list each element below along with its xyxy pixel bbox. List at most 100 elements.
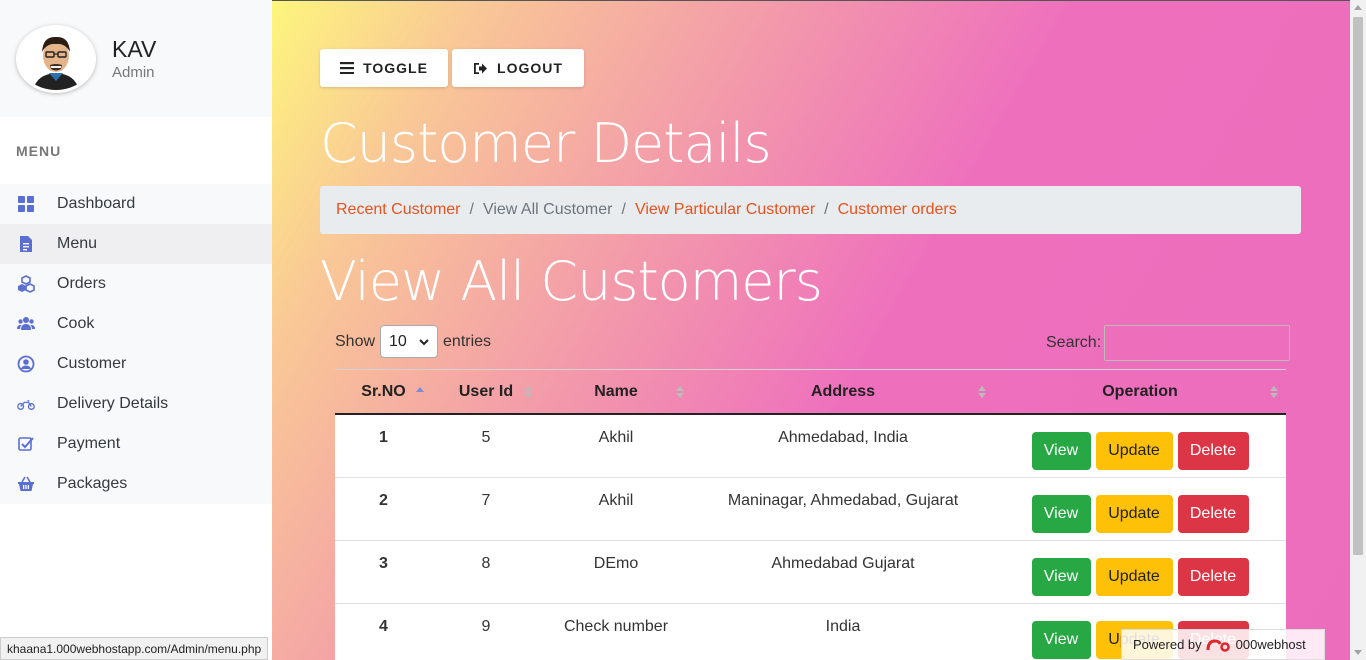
toggle-button[interactable]: TOGGLE — [320, 49, 448, 87]
sidebar-item-dashboard[interactable]: Dashboard — [0, 184, 272, 224]
table-header: Sr.NO User Id Name Address Operation — [335, 369, 1286, 415]
sidebar-item-customer[interactable]: Customer — [0, 344, 272, 384]
cell-sr-no: 4 — [379, 618, 388, 635]
sidebar-item-orders[interactable]: Orders — [0, 264, 272, 304]
sidebar-item-label: Customer — [57, 355, 127, 372]
vertical-scrollbar[interactable] — [1350, 0, 1366, 660]
search-input[interactable] — [1104, 325, 1291, 361]
user-circle-icon — [17, 355, 35, 373]
delete-button[interactable]: Delete — [1177, 495, 1249, 533]
sidebar-item-menu[interactable]: Menu — [0, 224, 272, 264]
cell-operation: View Update Delete — [994, 478, 1286, 540]
cell-address: Maninagar, Ahmedabad, Gujarat — [727, 492, 959, 509]
view-button[interactable]: View — [1031, 432, 1091, 470]
column-label: Address — [810, 382, 876, 400]
column-header-operation[interactable]: Operation — [994, 370, 1286, 413]
page-title: Customer Details — [320, 112, 772, 175]
cubes-icon — [17, 275, 35, 293]
update-button[interactable]: Update — [1095, 432, 1173, 470]
view-button[interactable]: View — [1031, 621, 1091, 659]
powered-by-prefix: Powered by — [1133, 637, 1202, 652]
update-button[interactable]: Update — [1095, 558, 1173, 596]
sidebar-item-cook[interactable]: Cook — [0, 304, 272, 344]
sort-icon — [676, 386, 684, 398]
cell-sr-no: 2 — [379, 492, 388, 509]
cell-address: Ahmedabad Gujarat — [771, 555, 915, 572]
entries-select[interactable]: 10 — [380, 325, 439, 358]
sidebar-item-delivery-details[interactable]: Delivery Details — [0, 384, 272, 424]
cell-address: Ahmedabad, India — [778, 429, 908, 446]
show-label: Show — [335, 332, 376, 350]
cell-sr-no: 3 — [379, 555, 388, 572]
column-label: Operation — [1102, 382, 1178, 400]
sidebar-menu: Dashboard Menu Orders Cook Customer Deli… — [0, 184, 272, 504]
motorcycle-icon — [17, 395, 35, 413]
sidebar-item-label: Payment — [57, 435, 121, 452]
breadcrumb-view-particular-customer[interactable]: View Particular Customer — [635, 201, 815, 219]
sidebar-item-packages[interactable]: Packages — [0, 464, 272, 504]
column-header-name[interactable]: Name — [540, 370, 692, 413]
cell-address: India — [825, 618, 861, 635]
logout-label: LOGOUT — [497, 60, 563, 76]
window-top-border — [272, 0, 1366, 1]
sort-icon — [524, 386, 532, 398]
chevron-down-icon — [419, 333, 429, 351]
sidebar-item-payment[interactable]: Payment — [0, 424, 272, 464]
cell-user-id: 8 — [481, 555, 491, 572]
logout-button[interactable]: LOGOUT — [452, 49, 584, 87]
cell-name: Check number — [563, 618, 669, 635]
delete-button[interactable]: Delete — [1177, 432, 1249, 470]
sidebar-item-label: Packages — [57, 475, 128, 492]
table-row: 1 5 Akhil Ahmedabad, India View Update D… — [335, 415, 1286, 478]
status-bar-url: khaana1.000webhostapp.com/Admin/menu.php — [0, 637, 269, 660]
view-button[interactable]: View — [1031, 495, 1091, 533]
entries-control: Show 10 entries — [335, 325, 491, 358]
basket-icon — [17, 475, 35, 493]
entries-label: entries — [443, 332, 492, 350]
profile-name: KAV — [112, 36, 157, 62]
column-label: Name — [594, 382, 638, 400]
table-body: 1 5 Akhil Ahmedabad, India View Update D… — [335, 415, 1286, 660]
cell-user-id: 9 — [481, 618, 491, 635]
breadcrumb-recent-customer[interactable]: Recent Customer — [336, 201, 461, 219]
toggle-label: TOGGLE — [363, 60, 428, 76]
cell-sr-no: 1 — [379, 429, 388, 446]
breadcrumb-separator: / — [621, 201, 626, 218]
sort-asc-icon — [416, 387, 424, 392]
sidebar: KAV Admin MENU Dashboard Menu Orders Coo… — [0, 0, 272, 660]
cell-name: DEmo — [593, 555, 639, 572]
scroll-up-icon[interactable] — [1354, 5, 1362, 10]
dashboard-icon — [17, 195, 35, 213]
cell-name: Akhil — [598, 492, 634, 509]
sidebar-item-label: Menu — [57, 235, 98, 252]
scroll-down-icon[interactable] — [1354, 650, 1362, 655]
sidebar-item-label: Delivery Details — [57, 395, 169, 412]
cell-name: Akhil — [598, 429, 634, 446]
breadcrumb-separator: / — [824, 201, 829, 218]
section-title: View All Customers — [320, 250, 823, 313]
column-header-address[interactable]: Address — [692, 370, 994, 413]
sidebar-item-label: Cook — [57, 315, 95, 332]
breadcrumb-customer-orders[interactable]: Customer orders — [838, 201, 957, 219]
sign-out-icon — [473, 62, 488, 75]
delete-button[interactable]: Delete — [1177, 558, 1249, 596]
column-header-sr-no[interactable]: Sr.NO — [335, 370, 432, 413]
webhost-logo-icon — [1206, 638, 1230, 652]
search-label: Search: — [1046, 334, 1102, 351]
breadcrumb: Recent Customer / View All Customer / Vi… — [320, 186, 1301, 234]
view-button[interactable]: View — [1031, 558, 1091, 596]
cell-operation: View Update Delete — [994, 415, 1286, 477]
column-header-user-id[interactable]: User Id — [432, 370, 540, 413]
scrollbar-thumb[interactable] — [1353, 17, 1363, 555]
sidebar-item-label: Orders — [57, 275, 106, 292]
update-button[interactable]: Update — [1095, 495, 1173, 533]
sidebar-item-label: Dashboard — [57, 195, 136, 212]
powered-by-badge[interactable]: Powered by 000webhost — [1121, 629, 1325, 660]
profile-header: KAV Admin — [0, 0, 272, 117]
users-icon — [17, 315, 35, 333]
sort-icon — [1270, 386, 1278, 398]
column-label: User Id — [458, 382, 514, 400]
customers-table: Sr.NO User Id Name Address Operation 1 5… — [335, 369, 1286, 660]
avatar[interactable] — [16, 24, 96, 93]
check-square-icon — [17, 435, 35, 453]
